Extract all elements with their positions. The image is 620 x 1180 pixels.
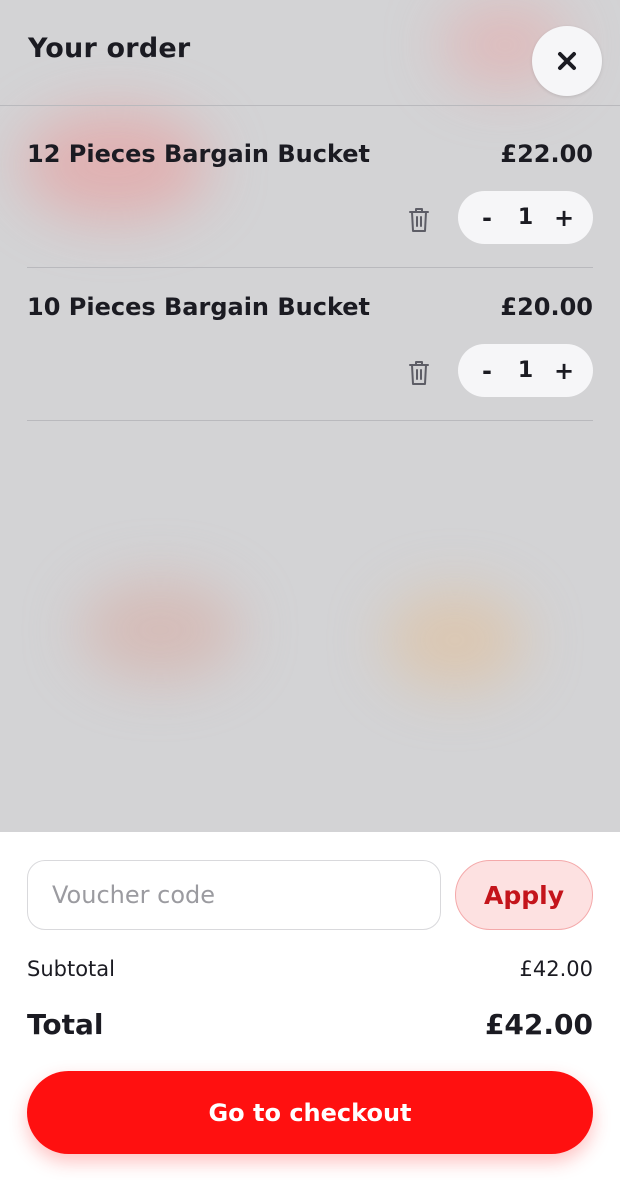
item-name: 12 Pieces Bargain Bucket [27,140,371,168]
trash-icon [409,208,429,232]
quantity-stepper: - 1 + [458,191,593,244]
order-summary-panel: Apply Subtotal £42.00 Total £42.00 Go to… [0,832,620,1180]
delete-item-button[interactable] [405,358,433,388]
increment-button[interactable]: + [553,359,575,383]
subtotal-label: Subtotal [27,957,115,981]
page-title: Your order [28,33,191,64]
decrement-button[interactable]: - [476,206,498,230]
total-value: £42.00 [484,1008,593,1041]
delete-item-button[interactable] [405,205,433,235]
order-item: 10 Pieces Bargain Bucket £20.00 - 1 + [27,268,593,421]
total-label: Total [27,1008,104,1041]
close-button[interactable] [532,26,602,96]
decrement-button[interactable]: - [476,359,498,383]
go-to-checkout-button[interactable]: Go to checkout [27,1071,593,1154]
voucher-code-input[interactable] [27,860,441,930]
blurred-food-image [385,590,525,690]
apply-voucher-button[interactable]: Apply [455,860,593,930]
close-icon [558,52,576,70]
blurred-food-image [80,580,240,680]
increment-button[interactable]: + [553,206,575,230]
item-name: 10 Pieces Bargain Bucket [27,293,371,321]
quantity-stepper: - 1 + [458,344,593,397]
subtotal-value: £42.00 [519,957,593,981]
quantity-value: 1 [517,358,534,383]
trash-icon [409,361,429,385]
order-header: Your order [0,0,620,106]
item-price: £20.00 [500,293,593,321]
item-price: £22.00 [500,140,593,168]
order-item: 12 Pieces Bargain Bucket £22.00 - 1 + [27,115,593,268]
quantity-value: 1 [517,205,534,230]
